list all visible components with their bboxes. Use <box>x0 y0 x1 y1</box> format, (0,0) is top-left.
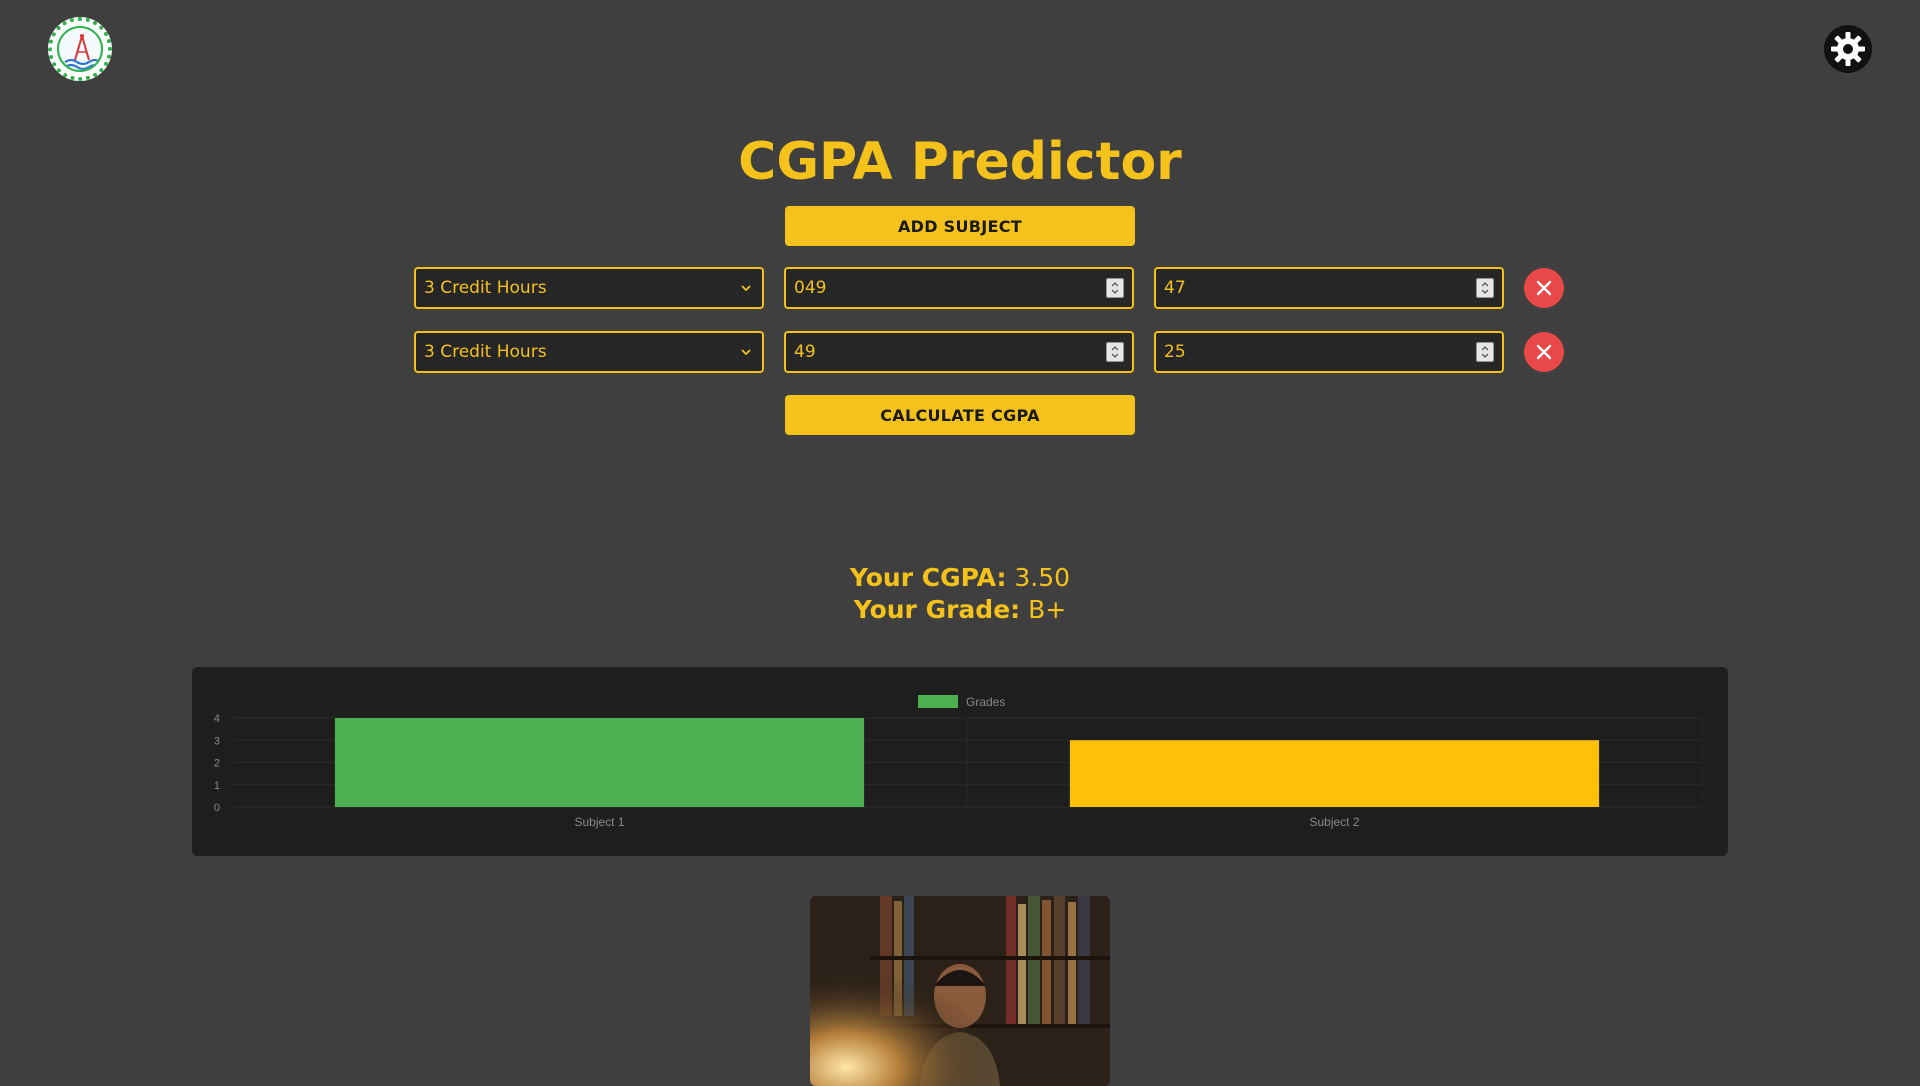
grade-value: B+ <box>1028 595 1067 624</box>
y-tick-label: 3 <box>214 735 220 747</box>
x-tick-label: Subject 2 <box>1309 815 1359 829</box>
marks-input[interactable]: 49 <box>784 331 1134 373</box>
marks-input-value: 25 <box>1164 342 1186 362</box>
gear-icon <box>1831 32 1865 66</box>
cgpa-result: Your CGPA: 3.50 <box>0 563 1920 592</box>
chevron-down-icon <box>741 285 751 292</box>
close-icon <box>1536 280 1552 296</box>
chart-bar <box>1069 740 1600 807</box>
grades-chart: 0 1 2 3 4 Subject 1 Subject 2 Grades <box>192 667 1728 856</box>
university-logo-icon <box>57 26 103 72</box>
grade-label: Your Grade: <box>853 595 1021 624</box>
credit-hours-select[interactable]: 3 Credit Hours <box>414 331 764 373</box>
y-tick-label: 4 <box>214 713 220 725</box>
grades-chart-svg: 0 1 2 3 4 Subject 1 Subject 2 Grades <box>214 695 1703 829</box>
close-icon <box>1536 344 1552 360</box>
grade-result: Your Grade: B+ <box>0 595 1920 624</box>
page-title: CGPA Predictor <box>738 132 1182 192</box>
cgpa-value: 3.50 <box>1014 563 1071 592</box>
add-subject-button[interactable]: ADD SUBJECT <box>785 206 1135 246</box>
x-tick-label: Subject 1 <box>574 815 624 829</box>
number-stepper-icon[interactable] <box>1106 278 1124 298</box>
university-logo <box>48 17 112 81</box>
cgpa-label: Your CGPA: <box>849 563 1007 592</box>
number-stepper-icon[interactable] <box>1106 342 1124 362</box>
theme-toggle-button[interactable] <box>1824 25 1872 73</box>
marks-input-value: 47 <box>1164 278 1186 298</box>
marks-input[interactable]: 25 <box>1154 331 1504 373</box>
subject-row: 3 Credit Hours 049 47 <box>414 267 1564 309</box>
legend-label: Grades <box>966 695 1005 709</box>
credit-hours-select[interactable]: 3 Credit Hours <box>414 267 764 309</box>
marks-input[interactable]: 47 <box>1154 267 1504 309</box>
chevron-down-icon <box>741 349 751 356</box>
calculate-cgpa-button[interactable]: CALCULATE CGPA <box>785 395 1135 435</box>
reaction-image <box>810 896 1110 1086</box>
marks-input[interactable]: 049 <box>784 267 1134 309</box>
reaction-image-graphic <box>810 896 1110 1086</box>
y-tick-label: 0 <box>214 802 220 814</box>
marks-input-value: 49 <box>794 342 816 362</box>
remove-subject-button[interactable] <box>1524 268 1564 308</box>
chart-bar <box>334 718 865 807</box>
legend-swatch <box>918 695 958 708</box>
y-tick-label: 2 <box>214 758 220 770</box>
y-tick-label: 1 <box>214 780 220 792</box>
number-stepper-icon[interactable] <box>1476 342 1494 362</box>
marks-input-value: 049 <box>794 278 827 298</box>
credit-hours-value: 3 Credit Hours <box>424 278 547 298</box>
credit-hours-value: 3 Credit Hours <box>424 342 547 362</box>
remove-subject-button[interactable] <box>1524 332 1564 372</box>
number-stepper-icon[interactable] <box>1476 278 1494 298</box>
subject-row: 3 Credit Hours 49 25 <box>414 331 1564 373</box>
